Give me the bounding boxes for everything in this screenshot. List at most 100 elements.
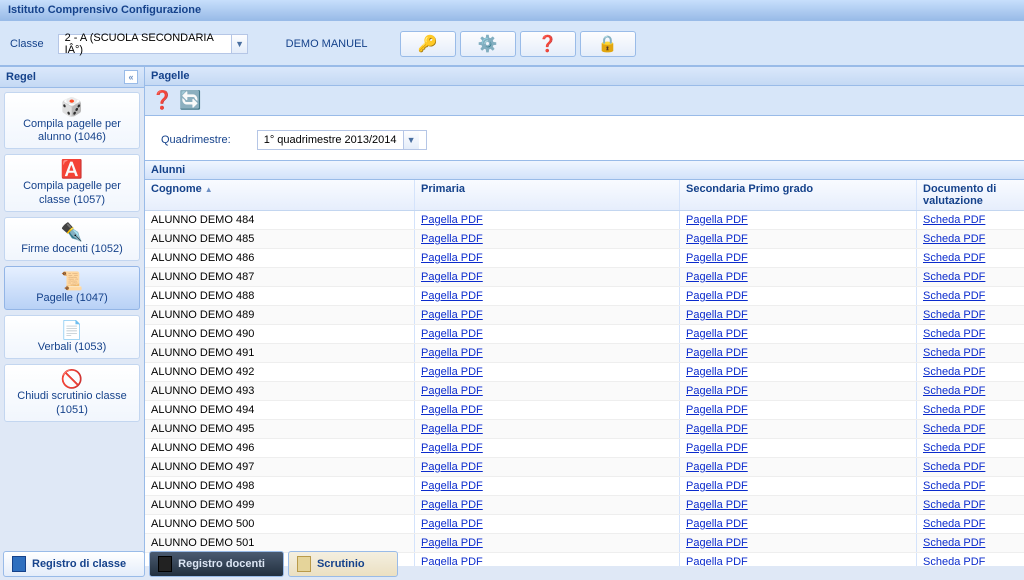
pagella-secondaria-link[interactable]: Pagella PDF — [686, 233, 748, 245]
scheda-documento-link[interactable]: Scheda PDF — [923, 347, 985, 359]
chevron-down-icon[interactable]: ▼ — [403, 131, 419, 149]
lock-button[interactable]: 🔒 — [580, 31, 636, 57]
scheda-documento-link[interactable]: Scheda PDF — [923, 233, 985, 245]
pagella-primaria-link[interactable]: Pagella PDF — [421, 214, 483, 226]
classe-label: Classe — [10, 38, 44, 50]
sidebar-item[interactable]: 📄Verbali (1053) — [4, 315, 140, 359]
scheda-documento-link[interactable]: Scheda PDF — [923, 499, 985, 511]
pagella-secondaria-link[interactable]: Pagella PDF — [686, 214, 748, 226]
pagella-secondaria-link[interactable]: Pagella PDF — [686, 423, 748, 435]
tab-icon — [158, 556, 172, 572]
pagella-primaria-link[interactable]: Pagella PDF — [421, 404, 483, 416]
pagella-secondaria-link[interactable]: Pagella PDF — [686, 271, 748, 283]
scheda-documento-link[interactable]: Scheda PDF — [923, 518, 985, 530]
scheda-documento-link[interactable]: Scheda PDF — [923, 423, 985, 435]
pagella-secondaria-link[interactable]: Pagella PDF — [686, 442, 748, 454]
pagella-secondaria-link[interactable]: Pagella PDF — [686, 499, 748, 511]
scheda-documento-link[interactable]: Scheda PDF — [923, 537, 985, 549]
scheda-documento-link[interactable]: Scheda PDF — [923, 442, 985, 454]
pagella-primaria-link[interactable]: Pagella PDF — [421, 252, 483, 264]
pagella-primaria-link[interactable]: Pagella PDF — [421, 442, 483, 454]
chevron-down-icon[interactable]: ▼ — [231, 35, 246, 53]
pagella-secondaria-link[interactable]: Pagella PDF — [686, 461, 748, 473]
pagella-primaria-link[interactable]: Pagella PDF — [421, 347, 483, 359]
sidebar-item[interactable]: 🅰️Compila pagelle per classe (1057) — [4, 154, 140, 211]
bottom-tab[interactable]: Scrutinio — [288, 551, 398, 577]
cell-secondaria: Pagella PDF — [680, 534, 917, 552]
scheda-documento-link[interactable]: Scheda PDF — [923, 385, 985, 397]
sidebar-item[interactable]: 🎲Compila pagelle per alunno (1046) — [4, 92, 140, 149]
scheda-documento-link[interactable]: Scheda PDF — [923, 252, 985, 264]
cell-primaria: Pagella PDF — [415, 211, 680, 229]
help-button[interactable]: ❓ — [520, 31, 576, 57]
pagella-secondaria-link[interactable]: Pagella PDF — [686, 252, 748, 264]
classe-combo[interactable]: 2 - A (SCUOLA SECONDARIA IÂ°) ▼ — [58, 34, 248, 54]
sidebar-item[interactable]: ✒️Firme docenti (1052) — [4, 217, 140, 261]
pagella-primaria-link[interactable]: Pagella PDF — [421, 328, 483, 340]
scheda-documento-link[interactable]: Scheda PDF — [923, 480, 985, 492]
col-primaria[interactable]: Primaria — [415, 180, 680, 210]
pagella-primaria-link[interactable]: Pagella PDF — [421, 518, 483, 530]
cell-primaria: Pagella PDF — [415, 363, 680, 381]
pagella-primaria-link[interactable]: Pagella PDF — [421, 499, 483, 511]
col-secondaria[interactable]: Secondaria Primo grado — [680, 180, 917, 210]
cell-primaria: Pagella PDF — [415, 534, 680, 552]
table-row: ALUNNO DEMO 496Pagella PDFPagella PDFSch… — [145, 439, 1024, 458]
sidebar-item[interactable]: 📜Pagelle (1047) — [4, 266, 140, 310]
pagella-secondaria-link[interactable]: Pagella PDF — [686, 480, 748, 492]
pagella-primaria-link[interactable]: Pagella PDF — [421, 537, 483, 549]
sidebar-item[interactable]: 🚫Chiudi scrutinio classe (1051) — [4, 364, 140, 421]
tab-icon — [297, 556, 311, 572]
pagella-secondaria-link[interactable]: Pagella PDF — [686, 404, 748, 416]
pagella-primaria-link[interactable]: Pagella PDF — [421, 480, 483, 492]
pagella-primaria-link[interactable]: Pagella PDF — [421, 309, 483, 321]
pagella-primaria-link[interactable]: Pagella PDF — [421, 290, 483, 302]
cell-cognome: ALUNNO DEMO 494 — [145, 401, 415, 419]
col-cognome[interactable]: Cognome▲ — [145, 180, 415, 210]
cell-primaria: Pagella PDF — [415, 401, 680, 419]
cell-secondaria: Pagella PDF — [680, 382, 917, 400]
help-icon[interactable]: ❓ — [151, 90, 173, 111]
col-documento[interactable]: Documento di valutazione — [917, 180, 1024, 210]
cell-documento: Scheda PDF — [917, 363, 1024, 381]
pagella-primaria-link[interactable]: Pagella PDF — [421, 271, 483, 283]
refresh-icon[interactable]: 🔄 — [179, 90, 201, 111]
pagella-primaria-link[interactable]: Pagella PDF — [421, 233, 483, 245]
cell-documento: Scheda PDF — [917, 325, 1024, 343]
bottom-tab[interactable]: Registro di classe — [3, 551, 145, 577]
scheda-documento-link[interactable]: Scheda PDF — [923, 271, 985, 283]
scheda-documento-link[interactable]: Scheda PDF — [923, 366, 985, 378]
pagella-secondaria-link[interactable]: Pagella PDF — [686, 518, 748, 530]
cell-cognome: ALUNNO DEMO 497 — [145, 458, 415, 476]
pagella-secondaria-link[interactable]: Pagella PDF — [686, 309, 748, 321]
pagella-secondaria-link[interactable]: Pagella PDF — [686, 290, 748, 302]
collapse-sidebar-button[interactable]: « — [124, 70, 138, 84]
scheda-documento-link[interactable]: Scheda PDF — [923, 290, 985, 302]
nav-item-icon: 📄 — [7, 321, 137, 339]
nav-item-icon: 🚫 — [7, 370, 137, 388]
scheda-documento-link[interactable]: Scheda PDF — [923, 461, 985, 473]
scheda-documento-link[interactable]: Scheda PDF — [923, 214, 985, 226]
cell-primaria: Pagella PDF — [415, 249, 680, 267]
pagella-primaria-link[interactable]: Pagella PDF — [421, 423, 483, 435]
classe-value: 2 - A (SCUOLA SECONDARIA IÂ°) — [59, 30, 232, 58]
scheda-documento-link[interactable]: Scheda PDF — [923, 404, 985, 416]
pagella-secondaria-link[interactable]: Pagella PDF — [686, 347, 748, 359]
pagella-secondaria-link[interactable]: Pagella PDF — [686, 366, 748, 378]
pagella-primaria-link[interactable]: Pagella PDF — [421, 366, 483, 378]
pagella-primaria-link[interactable]: Pagella PDF — [421, 385, 483, 397]
key-button[interactable]: 🔑 — [400, 31, 456, 57]
pagella-primaria-link[interactable]: Pagella PDF — [421, 461, 483, 473]
pagella-secondaria-link[interactable]: Pagella PDF — [686, 385, 748, 397]
sort-asc-icon: ▲ — [205, 185, 213, 194]
quadrimestre-combo[interactable]: 1° quadrimestre 2013/2014 ▼ — [257, 130, 427, 150]
bottom-tab[interactable]: Registro docenti — [149, 551, 284, 577]
pagella-secondaria-link[interactable]: Pagella PDF — [686, 537, 748, 549]
cell-documento: Scheda PDF — [917, 401, 1024, 419]
scheda-documento-link[interactable]: Scheda PDF — [923, 328, 985, 340]
settings-button[interactable]: ⚙️ — [460, 31, 516, 57]
cell-primaria: Pagella PDF — [415, 420, 680, 438]
scheda-documento-link[interactable]: Scheda PDF — [923, 309, 985, 321]
cell-primaria: Pagella PDF — [415, 268, 680, 286]
pagella-secondaria-link[interactable]: Pagella PDF — [686, 328, 748, 340]
